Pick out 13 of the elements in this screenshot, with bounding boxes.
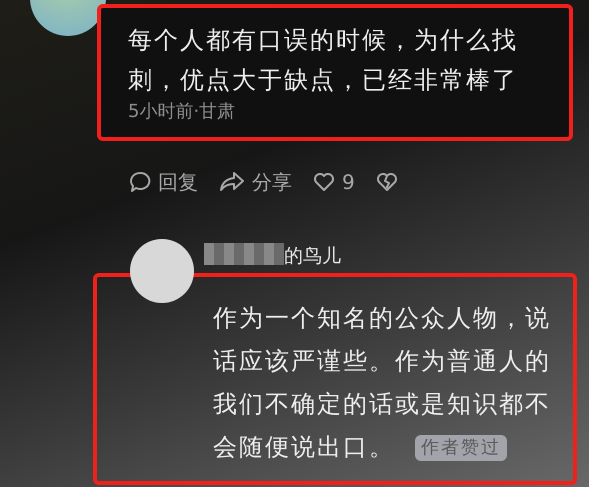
dislike-button[interactable] (374, 170, 399, 194)
like-button[interactable]: 9 (312, 167, 355, 197)
share-button[interactable]: 分享 (218, 167, 292, 197)
reply-button[interactable]: 回复 (128, 167, 198, 197)
heart-icon (312, 170, 336, 194)
username[interactable]: 的鸟儿 (284, 241, 341, 271)
comment-text: 每个人都有口误的时候，为什么找刺，优点大于缺点，已经非常棒了 (128, 25, 519, 96)
comment-meta: 5小时前·甘肃 (128, 100, 236, 124)
share-icon (218, 170, 246, 194)
reply-text: 作为一个知名的公众人物，说话应该严谨些。作为普通人的我们不确定的话或是知识都不会随便说出口。 作者赞过 (213, 303, 552, 464)
author-liked-badge: 作者赞过 (415, 435, 507, 462)
broken-heart-icon (374, 170, 399, 194)
comment-icon (128, 170, 152, 194)
